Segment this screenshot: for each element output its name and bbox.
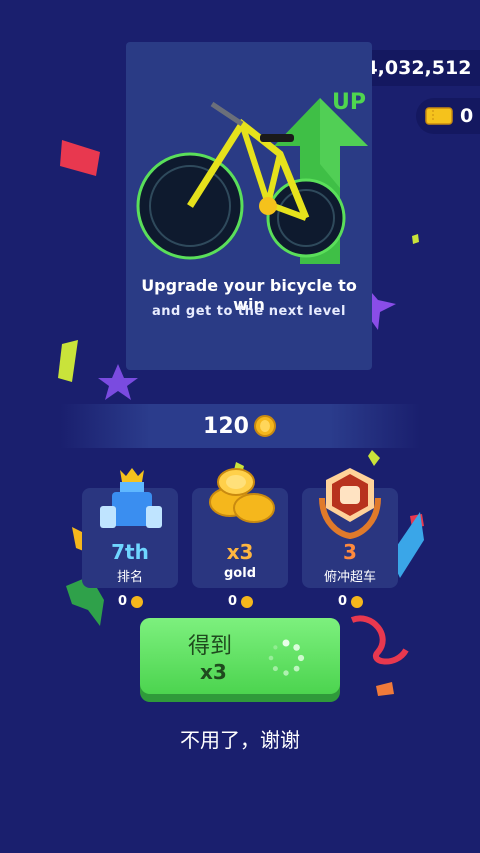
upgrade-subtitle: and get to the next level [152, 304, 346, 319]
coin-icon [253, 415, 276, 437]
coin-icon [351, 595, 364, 608]
reward-option-cost: 0 [228, 594, 254, 609]
decline-link[interactable]: 不用了，谢谢 [0, 724, 480, 753]
reward-value: 120 [203, 413, 249, 439]
cost-value: 0 [338, 594, 348, 609]
coin-stack-icon [209, 468, 275, 523]
upgrade-card: UP Upgrade your bicycle to win and get t… [126, 42, 372, 370]
fist-badge-icon [319, 468, 381, 540]
bicycle-icon [136, 101, 346, 260]
reward-option-rank[interactable]: 7th 排名 [82, 468, 178, 588]
reward-option-cost: 0 [118, 594, 144, 609]
reward-option-label: 排名 [116, 570, 143, 585]
reward-option-gold[interactable]: x3 gold [192, 468, 288, 588]
reward-option-cost: 0 [338, 594, 364, 609]
claim-button-face: 得到 x3 [140, 618, 340, 694]
loading-spinner-icon [268, 639, 305, 676]
claim-button[interactable]: 得到 x3 [140, 618, 340, 702]
ticket-icon [425, 107, 453, 125]
reward-amount: 120 [60, 404, 420, 448]
reward-option-value: x3 [226, 540, 254, 564]
reward-option-overtake[interactable]: 3 俯冲超车 [302, 468, 398, 588]
reward-option-value: 3 [343, 540, 357, 564]
ticket-balance: 0 [416, 98, 480, 134]
coin-icon [241, 595, 254, 608]
reward-option-label: gold [224, 566, 256, 581]
claim-multiplier: x3 [200, 660, 227, 684]
reward-option-label: 俯冲超车 [323, 570, 376, 585]
cost-value: 0 [118, 594, 128, 609]
trophy-icon [100, 468, 162, 528]
ticket-count: 0 [460, 105, 474, 127]
claim-label: 得到 [188, 634, 233, 659]
cost-value: 0 [228, 594, 238, 609]
reward-option-value: 7th [111, 540, 149, 564]
coin-icon [131, 595, 144, 608]
